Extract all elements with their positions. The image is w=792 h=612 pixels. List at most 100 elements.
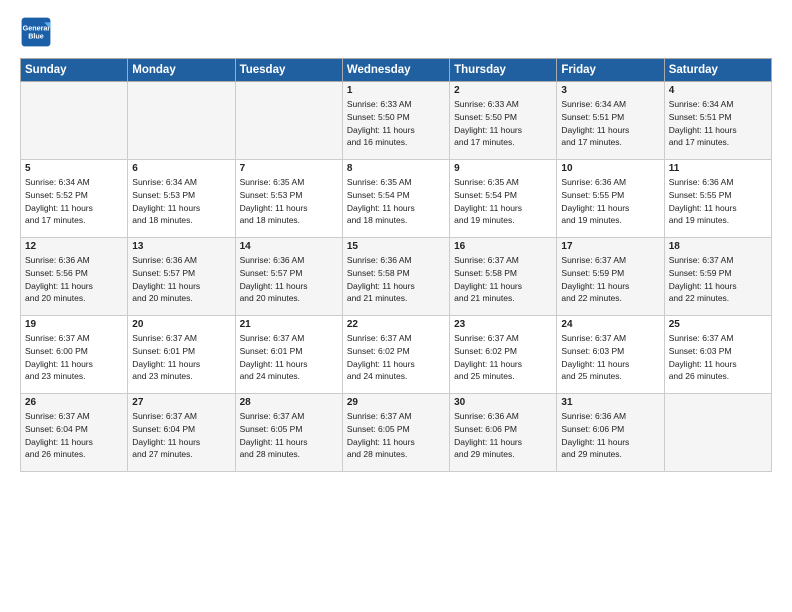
day-cell: 10 Sunrise: 6:36 AM Sunset: 5:55 PM Dayli… (557, 160, 664, 238)
day-info: Sunrise: 6:37 AM Sunset: 6:02 PM Dayligh… (347, 332, 445, 383)
week-row-2: 5Sunrise: 6:34 AM Sunset: 5:52 PM Daylig… (21, 160, 772, 238)
day-info: Sunrise: 6:34 AM Sunset: 5:52 PM Dayligh… (25, 176, 123, 227)
day-info: Sunrise: 6:36 AM Sunset: 5:58 PM Dayligh… (347, 254, 445, 305)
day-info: Sunrise: 6:37 AM Sunset: 6:05 PM Dayligh… (240, 410, 338, 461)
day-number: 19 (25, 319, 123, 330)
day-cell: 12Sunrise: 6:36 AM Sunset: 5:56 PM Dayli… (21, 238, 128, 316)
day-number: 26 (25, 397, 123, 408)
day-info: Sunrise: 6:37 AM Sunset: 6:01 PM Dayligh… (240, 332, 338, 383)
day-number: 10 (561, 163, 659, 174)
day-number: 27 (132, 397, 230, 408)
day-cell: 4 Sunrise: 6:34 AM Sunset: 5:51 PM Daylig… (664, 82, 771, 160)
day-number: 22 (347, 319, 445, 330)
weekday-header-monday: Monday (128, 59, 235, 82)
day-cell: 6 Sunrise: 6:34 AM Sunset: 5:53 PM Daylig… (128, 160, 235, 238)
day-info: Sunrise: 6:34 AM Sunset: 5:51 PM Dayligh… (561, 98, 659, 149)
weekday-header-friday: Friday (557, 59, 664, 82)
day-cell: 27 Sunrise: 6:37 AM Sunset: 6:04 PM Dayli… (128, 394, 235, 472)
day-number: 9 (454, 163, 552, 174)
day-info: Sunrise: 6:34 AM Sunset: 5:53 PM Dayligh… (132, 176, 230, 227)
day-cell: 16Sunrise: 6:37 AM Sunset: 5:58 PM Dayli… (450, 238, 557, 316)
day-info: Sunrise: 6:37 AM Sunset: 5:59 PM Dayligh… (669, 254, 767, 305)
weekday-header-sunday: Sunday (21, 59, 128, 82)
logo-icon: General Blue (20, 16, 52, 48)
day-cell: 23 Sunrise: 6:37 AM Sunset: 6:02 PM Dayli… (450, 316, 557, 394)
day-info: Sunrise: 6:35 AM Sunset: 5:54 PM Dayligh… (347, 176, 445, 227)
day-number: 31 (561, 397, 659, 408)
day-cell (235, 82, 342, 160)
day-number: 21 (240, 319, 338, 330)
day-number: 28 (240, 397, 338, 408)
day-cell: 14Sunrise: 6:36 AM Sunset: 5:57 PM Dayli… (235, 238, 342, 316)
day-info: Sunrise: 6:36 AM Sunset: 5:55 PM Dayligh… (561, 176, 659, 227)
day-number: 8 (347, 163, 445, 174)
day-number: 6 (132, 163, 230, 174)
day-cell: 7 Sunrise: 6:35 AM Sunset: 5:53 PM Daylig… (235, 160, 342, 238)
day-cell (21, 82, 128, 160)
week-row-3: 12Sunrise: 6:36 AM Sunset: 5:56 PM Dayli… (21, 238, 772, 316)
day-info: Sunrise: 6:36 AM Sunset: 6:06 PM Dayligh… (561, 410, 659, 461)
weekday-header-saturday: Saturday (664, 59, 771, 82)
day-cell: 17 Sunrise: 6:37 AM Sunset: 5:59 PM Dayli… (557, 238, 664, 316)
day-number: 29 (347, 397, 445, 408)
day-info: Sunrise: 6:35 AM Sunset: 5:54 PM Dayligh… (454, 176, 552, 227)
day-info: Sunrise: 6:36 AM Sunset: 6:06 PM Dayligh… (454, 410, 552, 461)
day-cell: 25Sunrise: 6:37 AM Sunset: 6:03 PM Dayli… (664, 316, 771, 394)
day-cell: 28 Sunrise: 6:37 AM Sunset: 6:05 PM Dayli… (235, 394, 342, 472)
week-row-5: 26 Sunrise: 6:37 AM Sunset: 6:04 PM Dayli… (21, 394, 772, 472)
week-row-4: 19Sunrise: 6:37 AM Sunset: 6:00 PM Dayli… (21, 316, 772, 394)
day-number: 23 (454, 319, 552, 330)
day-number: 25 (669, 319, 767, 330)
day-number: 2 (454, 85, 552, 96)
day-number: 14 (240, 241, 338, 252)
day-info: Sunrise: 6:34 AM Sunset: 5:51 PM Dayligh… (669, 98, 767, 149)
weekday-header-tuesday: Tuesday (235, 59, 342, 82)
day-number: 18 (669, 241, 767, 252)
day-info: Sunrise: 6:37 AM Sunset: 5:58 PM Dayligh… (454, 254, 552, 305)
day-cell (128, 82, 235, 160)
day-info: Sunrise: 6:37 AM Sunset: 6:03 PM Dayligh… (561, 332, 659, 383)
day-info: Sunrise: 6:36 AM Sunset: 5:55 PM Dayligh… (669, 176, 767, 227)
day-cell: 5Sunrise: 6:34 AM Sunset: 5:52 PM Daylig… (21, 160, 128, 238)
day-cell: 26Sunrise: 6:37 AM Sunset: 6:04 PM Dayli… (21, 394, 128, 472)
day-cell: 13 Sunrise: 6:36 AM Sunset: 5:57 PM Dayli… (128, 238, 235, 316)
day-cell: 11 Sunrise: 6:36 AM Sunset: 5:55 PM Dayli… (664, 160, 771, 238)
day-number: 7 (240, 163, 338, 174)
day-info: Sunrise: 6:35 AM Sunset: 5:53 PM Dayligh… (240, 176, 338, 227)
day-number: 13 (132, 241, 230, 252)
day-number: 4 (669, 85, 767, 96)
day-cell: 3 Sunrise: 6:34 AM Sunset: 5:51 PM Daylig… (557, 82, 664, 160)
calendar-body: 1Sunrise: 6:33 AM Sunset: 5:50 PM Daylig… (21, 82, 772, 472)
day-info: Sunrise: 6:37 AM Sunset: 6:05 PM Dayligh… (347, 410, 445, 461)
day-number: 17 (561, 241, 659, 252)
logo: General Blue (20, 16, 56, 48)
day-cell: 21 Sunrise: 6:37 AM Sunset: 6:01 PM Dayli… (235, 316, 342, 394)
calendar-page: General Blue SundayMondayTuesdayWednesda… (0, 0, 792, 612)
calendar-header: SundayMondayTuesdayWednesdayThursdayFrid… (21, 59, 772, 82)
day-cell: 29 Sunrise: 6:37 AM Sunset: 6:05 PM Dayli… (342, 394, 449, 472)
day-number: 3 (561, 85, 659, 96)
weekday-row: SundayMondayTuesdayWednesdayThursdayFrid… (21, 59, 772, 82)
day-info: Sunrise: 6:33 AM Sunset: 5:50 PM Dayligh… (347, 98, 445, 149)
day-cell: 8 Sunrise: 6:35 AM Sunset: 5:54 PM Daylig… (342, 160, 449, 238)
day-info: Sunrise: 6:36 AM Sunset: 5:57 PM Dayligh… (132, 254, 230, 305)
day-number: 30 (454, 397, 552, 408)
day-cell: 1Sunrise: 6:33 AM Sunset: 5:50 PM Daylig… (342, 82, 449, 160)
day-info: Sunrise: 6:33 AM Sunset: 5:50 PM Dayligh… (454, 98, 552, 149)
day-cell: 9 Sunrise: 6:35 AM Sunset: 5:54 PM Daylig… (450, 160, 557, 238)
day-number: 11 (669, 163, 767, 174)
day-cell: 31 Sunrise: 6:36 AM Sunset: 6:06 PM Dayli… (557, 394, 664, 472)
day-cell: 15Sunrise: 6:36 AM Sunset: 5:58 PM Dayli… (342, 238, 449, 316)
day-info: Sunrise: 6:37 AM Sunset: 6:04 PM Dayligh… (132, 410, 230, 461)
calendar-table: SundayMondayTuesdayWednesdayThursdayFrid… (20, 58, 772, 472)
day-info: Sunrise: 6:37 AM Sunset: 6:01 PM Dayligh… (132, 332, 230, 383)
weekday-header-wednesday: Wednesday (342, 59, 449, 82)
weekday-header-thursday: Thursday (450, 59, 557, 82)
day-info: Sunrise: 6:36 AM Sunset: 5:56 PM Dayligh… (25, 254, 123, 305)
day-cell: 24Sunrise: 6:37 AM Sunset: 6:03 PM Dayli… (557, 316, 664, 394)
day-info: Sunrise: 6:37 AM Sunset: 6:02 PM Dayligh… (454, 332, 552, 383)
day-info: Sunrise: 6:37 AM Sunset: 5:59 PM Dayligh… (561, 254, 659, 305)
svg-text:Blue: Blue (28, 31, 44, 40)
day-cell (664, 394, 771, 472)
day-cell: 19Sunrise: 6:37 AM Sunset: 6:00 PM Dayli… (21, 316, 128, 394)
